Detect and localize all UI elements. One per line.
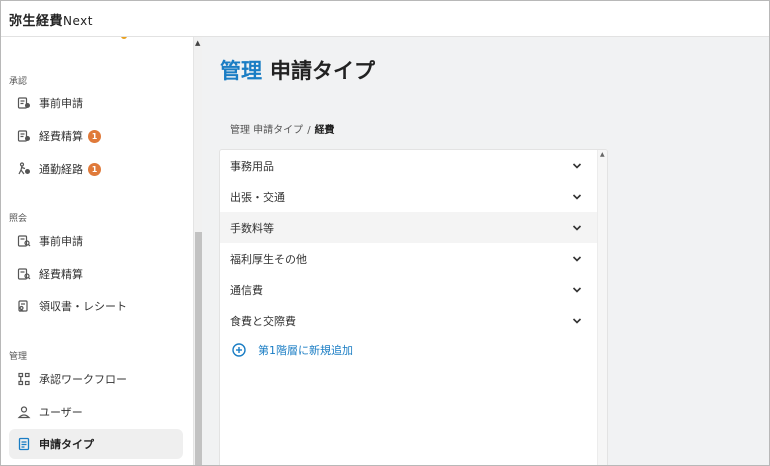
sidebar-item-label: 申請タイプ xyxy=(39,438,94,451)
add-top-level-button[interactable]: 第1階層に新規追加 xyxy=(232,342,353,358)
panel-scrollbar[interactable]: ▲ xyxy=(597,150,607,465)
sidebar-item-label: 経費精算 xyxy=(39,268,83,281)
category-label: 手数料等 xyxy=(230,221,274,235)
sidebar-item-workflow[interactable]: 承認ワークフロー xyxy=(9,364,183,394)
sidebar: 承認 事前申請 経費精算 1 通勤経路 1 照会 事前申請 経費精算 領収書・レ… xyxy=(1,37,193,465)
sidebar-item-inquiry-expense[interactable]: 経費精算 xyxy=(9,259,183,289)
category-row-travel[interactable]: 出張・交通 xyxy=(220,181,598,212)
scrollbar-thumb[interactable] xyxy=(195,232,202,465)
chevron-down-icon[interactable] xyxy=(572,316,582,326)
chevron-down-icon[interactable] xyxy=(572,223,582,233)
sidebar-item-label: 通勤経路 xyxy=(39,163,83,176)
scrolled-item-fragment xyxy=(121,37,127,39)
sidebar-item-approval-expense[interactable]: 経費精算 1 xyxy=(9,121,183,151)
breadcrumb-parent[interactable]: 管理 申請タイプ xyxy=(230,125,303,136)
sidebar-item-users[interactable]: ユーザー xyxy=(9,397,183,427)
workflow-icon xyxy=(17,372,31,386)
notification-badge: 1 xyxy=(88,129,101,143)
document-search-icon xyxy=(17,234,31,248)
app-title[interactable]: 弥生経費Next xyxy=(9,10,93,29)
approval-expense-icon xyxy=(17,129,31,143)
sidebar-item-label: 事前申請 xyxy=(39,97,83,110)
page-title: 管理 申請タイプ xyxy=(220,55,375,85)
sidebar-scrollbar[interactable]: ▲ xyxy=(193,37,202,465)
category-label: 事務用品 xyxy=(230,159,274,173)
sidebar-item-inquiry-pre-request[interactable]: 事前申請 xyxy=(9,226,183,256)
category-row-fees[interactable]: 手数料等 xyxy=(220,212,598,243)
receipt-user-icon xyxy=(17,299,31,313)
chevron-down-icon[interactable] xyxy=(572,192,582,202)
app-window: 弥生経費Next 承認 事前申請 経費精算 1 通勤経路 1 照会 事前申請 経… xyxy=(0,0,770,466)
sidebar-item-application-type[interactable]: 申請タイプ xyxy=(9,429,183,459)
sidebar-item-receipts[interactable]: 領収書・レシート xyxy=(9,291,183,321)
user-icon xyxy=(17,405,31,419)
top-bar: 弥生経費Next xyxy=(1,1,769,37)
category-label: 出張・交通 xyxy=(230,190,285,204)
add-top-level-label: 第1階層に新規追加 xyxy=(258,344,353,357)
app-name: 弥生経費 xyxy=(9,14,64,29)
breadcrumb-current: 経費 xyxy=(314,125,335,136)
application-type-icon xyxy=(17,437,31,451)
category-label: 通信費 xyxy=(230,283,263,297)
sidebar-section-approval: 承認 xyxy=(9,77,28,87)
category-row-office-supplies[interactable]: 事務用品 xyxy=(220,150,598,181)
main-content: 管理 申請タイプ 管理 申請タイプ / 経費 事務用品 出張・交通 手数料等 福利厚生… xyxy=(202,37,769,465)
category-row-welfare[interactable]: 福利厚生その他 xyxy=(220,243,598,274)
sidebar-item-label: 領収書・レシート xyxy=(39,300,127,313)
page-title-text: 申請タイプ xyxy=(270,59,375,83)
chevron-down-icon[interactable] xyxy=(572,161,582,171)
scroll-up-arrow-icon[interactable]: ▲ xyxy=(600,151,605,158)
notification-badge: 1 xyxy=(88,162,101,176)
plus-circle-icon xyxy=(232,343,246,357)
document-check-icon xyxy=(17,267,31,281)
sidebar-item-label: 経費精算 xyxy=(39,130,83,143)
sidebar-item-label: ユーザー xyxy=(39,406,83,419)
sidebar-section-inquiry: 照会 xyxy=(9,214,28,224)
sidebar-item-label: 事前申請 xyxy=(39,235,83,248)
chevron-down-icon[interactable] xyxy=(572,254,582,264)
category-row-meals-entertainment[interactable]: 食費と交際費 xyxy=(220,305,598,336)
chevron-down-icon[interactable] xyxy=(572,285,582,295)
app-suffix: Next xyxy=(63,14,93,28)
category-panel: 事務用品 出張・交通 手数料等 福利厚生その他 通信費 食費と交際費 第1階層に… xyxy=(219,149,608,465)
page-title-accent: 管理 xyxy=(220,59,262,83)
sidebar-item-approval-pre-request[interactable]: 事前申請 xyxy=(9,88,183,118)
category-row-communication[interactable]: 通信費 xyxy=(220,274,598,305)
approval-request-icon xyxy=(17,96,31,110)
commute-icon xyxy=(17,162,31,176)
sidebar-section-admin: 管理 xyxy=(9,352,28,362)
breadcrumb-separator: / xyxy=(307,125,311,136)
sidebar-item-label: 承認ワークフロー xyxy=(39,373,127,386)
breadcrumb: 管理 申請タイプ / 経費 xyxy=(230,121,335,136)
sidebar-item-approval-commute[interactable]: 通勤経路 1 xyxy=(9,154,183,184)
category-label: 福利厚生その他 xyxy=(230,252,307,266)
category-label: 食費と交際費 xyxy=(230,314,296,328)
scroll-up-arrow-icon[interactable]: ▲ xyxy=(195,39,200,47)
